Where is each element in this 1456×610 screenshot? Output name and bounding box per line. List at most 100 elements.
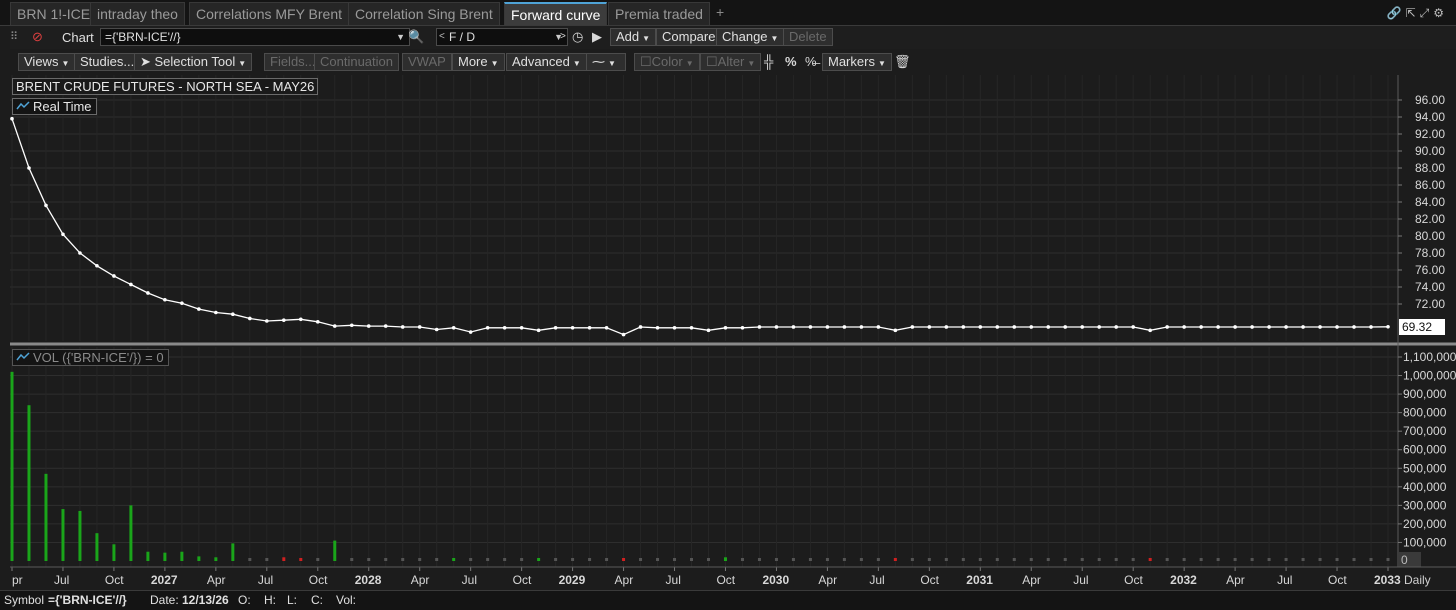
tab-correlation-sing-brent[interactable]: Correlation Sing Brent [348, 2, 500, 25]
tab-forward-curve[interactable]: Forward curve [504, 2, 608, 25]
price-tick-label: 92.00 [1415, 127, 1445, 141]
symbol-input[interactable]: ={'BRN-ICE'//} ▼ [100, 28, 410, 46]
aggregation-select[interactable]: < F / D ▼ [436, 28, 568, 46]
volume-bar [1267, 558, 1271, 561]
time-tick-label: Apr [615, 573, 634, 587]
drag-grip-icon[interactable]: ⠿ [10, 30, 20, 44]
volume-tick-label: 900,000 [1403, 387, 1447, 401]
interval-label[interactable]: Daily [1404, 573, 1431, 587]
curve-point [1301, 325, 1305, 329]
add-button[interactable]: Add ▼ [610, 28, 657, 46]
volume-bar [842, 558, 846, 561]
curve-point [1284, 325, 1288, 329]
chevron-right-icon[interactable]: > [560, 31, 566, 42]
price-axis: 96.00 94.00 92.00 90.00 88.00 86.00 84.00 82.00… [1398, 93, 1445, 311]
popout-icon[interactable]: ⇱ [1406, 6, 1420, 20]
volume-bar [520, 558, 524, 561]
tab-brn-1-ice[interactable]: BRN 1!-ICE [10, 2, 98, 25]
curve-point [146, 291, 150, 295]
time-tick-label: Jul [1073, 573, 1088, 587]
volume-bar [1369, 558, 1373, 561]
maximize-icon[interactable]: ⤢ [1420, 6, 1434, 20]
cursor-icon: ➤ [140, 54, 155, 69]
curve-point [621, 332, 626, 337]
settings-icon[interactable]: ⚙ [1433, 6, 1448, 20]
curve-point [366, 324, 371, 328]
curve-point [689, 326, 694, 330]
vwap-button[interactable]: VWAP [402, 53, 452, 71]
link-icon[interactable]: 🔗 [1387, 6, 1406, 20]
volume-bar [910, 558, 914, 561]
time-tick-label: 2032 [1170, 573, 1197, 587]
markers-button[interactable]: Markers ▼ [822, 53, 892, 71]
line-style-button[interactable]: ⁓ ▼ [586, 53, 626, 71]
delete-button[interactable]: Delete [783, 28, 833, 46]
volume-tick-label: 1,100,000 [1403, 350, 1456, 364]
time-tick-label: Jul [54, 573, 69, 587]
continuation-button[interactable]: Continuation [314, 53, 399, 71]
curve-point [1165, 325, 1169, 329]
crosshair-icon[interactable]: ╬ [764, 54, 773, 69]
more-button[interactable]: More ▼ [452, 53, 505, 71]
add-tab-button[interactable]: + [716, 4, 724, 20]
tab-correlations-mfy-brent[interactable]: Correlations MFY Brent [189, 2, 350, 25]
chevron-down-icon: ▼ [642, 34, 651, 43]
studies-button[interactable]: Studies... [74, 53, 141, 71]
curve-point [231, 312, 235, 316]
volume-bar [1182, 558, 1186, 561]
chevron-down-icon[interactable]: ▼ [396, 29, 405, 45]
volume-bar [791, 558, 795, 561]
play-icon[interactable]: ▶ [592, 29, 602, 45]
percent-change-icon[interactable]: %̶ [805, 54, 817, 69]
volume-legend[interactable]: VOL ({'BRN-ICE'/}) = 0 [12, 349, 169, 366]
views-button[interactable]: Views ▼ [18, 53, 76, 71]
alter-button[interactable]: ☐Alter ▼ [700, 53, 762, 71]
volume-bar [10, 371, 14, 561]
curve-point [723, 326, 728, 330]
volume-bar [27, 405, 31, 561]
curve-point [842, 325, 847, 329]
chart-area[interactable]: 96.00 94.00 92.00 90.00 88.00 86.00 84.00 82.00… [10, 75, 1456, 610]
curve-point [553, 326, 558, 330]
real-time-legend[interactable]: Real Time [12, 98, 97, 115]
chart-canvas[interactable]: 96.00 94.00 92.00 90.00 88.00 86.00 84.00 82.00… [10, 75, 1456, 590]
time-tick-label: Jul [462, 573, 477, 587]
color-button[interactable]: ☐Color ▼ [634, 53, 700, 71]
chevron-left-icon[interactable]: < [439, 29, 445, 45]
time-tick-label: Apr [818, 573, 837, 587]
volume-bar [333, 540, 337, 561]
volume-tick-label: 700,000 [1403, 424, 1447, 438]
volume-bar [146, 551, 150, 561]
curve-point [672, 326, 677, 330]
percent-button[interactable]: % [785, 54, 797, 69]
curve-point [180, 301, 184, 305]
fields-button[interactable]: Fields... [264, 53, 322, 71]
curve-point [961, 325, 966, 329]
curve-point [570, 326, 575, 330]
volume-bar [282, 557, 286, 561]
curve-point [944, 325, 949, 329]
tab-premia-traded[interactable]: Premia traded [608, 2, 710, 25]
curve-point [282, 318, 286, 322]
selection-tool-button[interactable]: ➤ Selection Tool ▼ [134, 53, 253, 71]
curve-point [1335, 325, 1339, 329]
status-date-label: Date: [150, 593, 179, 607]
clock-icon[interactable]: ◷ [572, 29, 583, 45]
curve-point [1012, 325, 1017, 329]
volume-label: VOL ({'BRN-ICE'/}) = 0 [33, 350, 164, 365]
curve-point [332, 324, 337, 328]
change-button[interactable]: Change ▼ [716, 28, 785, 46]
volume-bar [384, 558, 388, 561]
line-chart-icon [16, 101, 30, 110]
trash-icon[interactable]: 🗑 [894, 54, 911, 70]
compare-button[interactable]: Compare [656, 28, 722, 46]
advanced-button[interactable]: Advanced ▼ [506, 53, 587, 71]
tab-intraday-theo[interactable]: intraday theo [90, 2, 185, 25]
curve-point [791, 325, 796, 329]
search-icon[interactable]: 🔍 [408, 29, 424, 45]
curve-point [10, 116, 14, 121]
volume-bar [876, 558, 880, 561]
link-icon[interactable]: ⊘ [32, 29, 43, 45]
volume-tick-label: 300,000 [1403, 498, 1447, 512]
time-tick-label: Oct [513, 573, 532, 587]
